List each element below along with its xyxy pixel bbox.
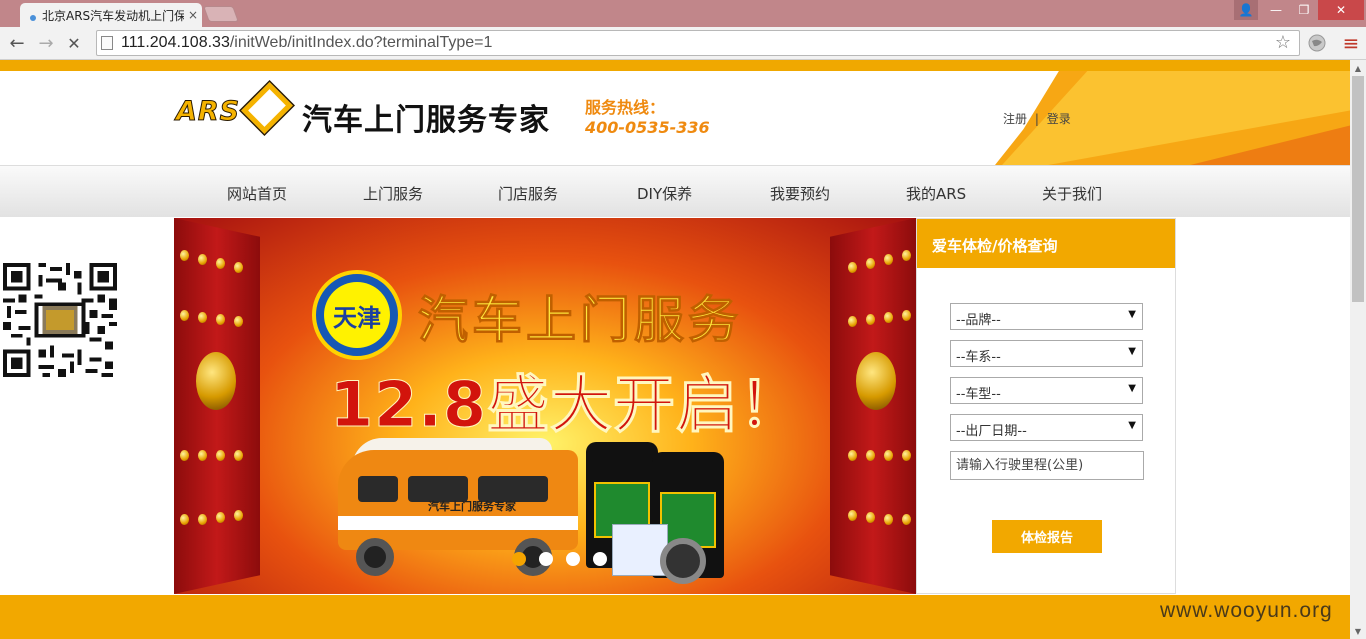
user-profile-icon[interactable]: 👤 [1234,0,1258,20]
site-slogan: 汽车上门服务专家 [302,103,550,138]
qr-code [3,263,117,377]
address-bar[interactable]: 111.204.108.33/initWeb/initIndex.do?term… [96,30,1300,56]
main-nav: 网站首页 上门服务 门店服务 DIY保养 我要预约 我的ARS 关于我们 [0,165,1350,217]
ars-logo[interactable]: ARS [174,74,296,142]
maximize-button[interactable]: ❐ [1290,0,1318,20]
promo-banner[interactable]: 天津 汽车上门服务 12.8盛大开启！ 汽车上门服务专家 [174,218,916,594]
watermark: www.wooyun.org [1160,599,1333,622]
report-button[interactable]: 体检报告 [992,520,1102,553]
page-icon [101,36,113,50]
city-badge: 天津 [312,270,402,360]
nav-booking[interactable]: 我要预约 [770,183,830,204]
scroll-thumb[interactable] [1352,76,1364,302]
city-label: 天津 [324,282,390,348]
date-select-value: --出厂日期-- [956,424,1027,439]
model-select[interactable]: --车型-- ▼ [950,377,1143,404]
tab-title: 北京ARS汽车发动机上门保 [42,8,184,23]
chevron-down-icon: ▼ [1128,309,1136,320]
tab-close-icon[interactable]: × [184,8,202,22]
browser-tab[interactable]: 北京ARS汽车发动机上门保 × [20,3,202,27]
hotline-number: 400-0535-336 [585,118,710,137]
back-button[interactable]: ← [6,32,28,54]
logo-mark-icon [238,80,296,136]
van-text: 汽车上门服务专家 [428,500,516,513]
page-scrollbar[interactable]: ▲ ▼ [1350,60,1366,639]
url-host: 111.204.108.33 [121,34,230,51]
door-knocker-icon [856,352,896,410]
banner-headline: 汽车上门服务 [418,291,742,350]
bookmark-star-icon[interactable]: ☆ [1275,32,1291,53]
web-page: ARS 汽车上门服务专家 服务热线： 400-0535-336 注册 | 登录 … [0,60,1350,639]
slide-dot[interactable] [539,552,553,566]
panel-title: 爱车体检/价格查询 [917,219,1175,268]
chevron-down-icon: ▼ [1128,420,1136,431]
scroll-down-icon[interactable]: ▼ [1350,623,1366,639]
series-select[interactable]: --车系-- ▼ [950,340,1143,367]
scroll-up-icon[interactable]: ▲ [1350,60,1366,76]
car-check-panel: 爱车体检/价格查询 --品牌-- ▼ --车系-- ▼ --车型-- ▼ --出… [916,218,1176,594]
left-door [174,218,260,594]
nav-store-service[interactable]: 门店服务 [498,183,558,204]
footer-band [0,595,1350,639]
top-stripe [0,60,1350,71]
nav-home[interactable]: 网站首页 [227,183,287,204]
mileage-input[interactable] [950,451,1144,480]
oil-filter-image [660,538,706,584]
register-link[interactable]: 注册 [1003,112,1027,126]
brand-select[interactable]: --品牌-- ▼ [950,303,1143,330]
extension-globe-icon[interactable] [1306,32,1328,54]
model-select-value: --车型-- [956,387,1001,402]
browser-toolbar: ← → ✕ 111.204.108.33/initWeb/initIndex.d… [0,27,1366,60]
stop-loading-button[interactable]: ✕ [63,32,85,54]
chevron-down-icon: ▼ [1128,383,1136,394]
minimize-button[interactable]: — [1262,0,1290,20]
new-tab-button[interactable] [203,6,239,22]
door-knocker-icon [196,352,236,410]
logo-text: ARS [175,96,241,128]
chevron-down-icon: ▼ [1128,346,1136,357]
login-link[interactable]: 登录 [1047,112,1071,126]
favicon-icon [30,15,36,21]
auth-separator: | [1034,112,1039,126]
forward-button[interactable]: → [35,32,57,54]
nav-home-service[interactable]: 上门服务 [363,183,423,204]
slide-dot[interactable] [566,552,580,566]
manufacture-date-select[interactable]: --出厂日期-- ▼ [950,414,1143,441]
hotline-label: 服务热线： [585,98,666,117]
slide-dot[interactable] [512,552,526,566]
browser-menu-icon[interactable]: ≡ [1340,31,1362,55]
url-text: 111.204.108.33/initWeb/initIndex.do?term… [121,34,492,52]
right-door [830,218,916,594]
window-titlebar: 北京ARS汽车发动机上门保 × 👤 — ❐ ✕ [0,0,1366,27]
close-window-button[interactable]: ✕ [1318,0,1364,20]
auth-links: 注册 | 登录 [1003,110,1071,127]
brand-select-value: --品牌-- [956,313,1001,328]
nav-diy-maintenance[interactable]: DIY保养 [637,183,692,204]
nav-about[interactable]: 关于我们 [1042,183,1102,204]
nav-my-ars[interactable]: 我的ARS [906,183,966,204]
series-select-value: --车系-- [956,350,1001,365]
slide-indicators [512,552,607,566]
url-path: /initWeb/initIndex.do?terminalType=1 [229,34,493,51]
slide-dot[interactable] [593,552,607,566]
oil-filter-box-image [612,524,668,576]
